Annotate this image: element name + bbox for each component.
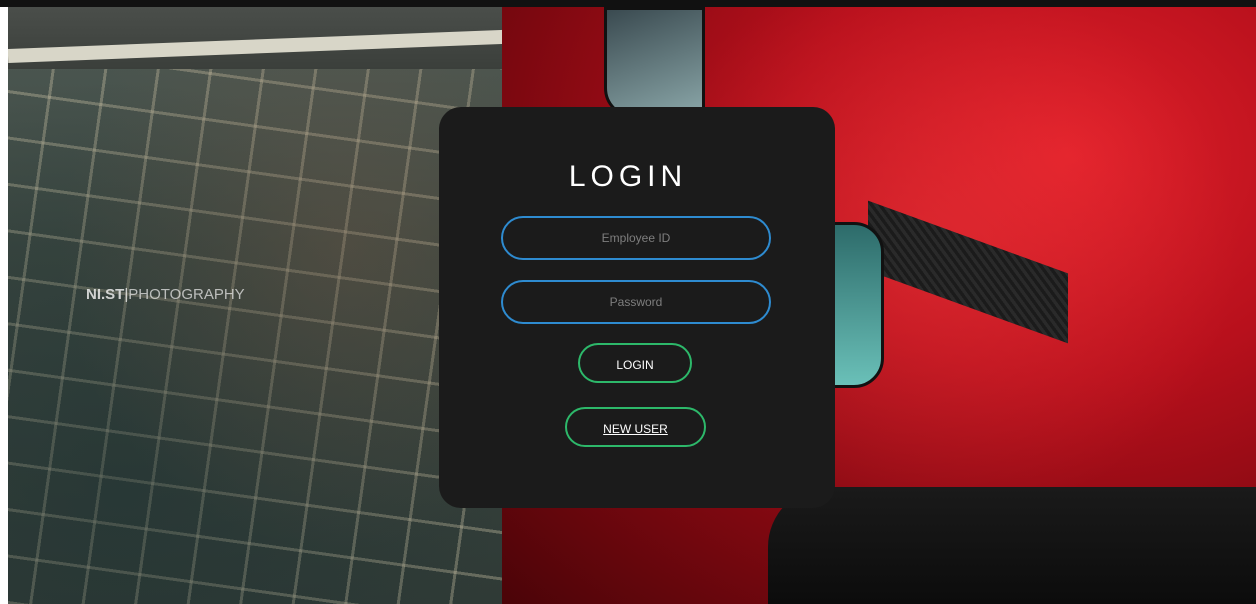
page-frame: NI.ST|PHOTOGRAPHY LOGIN LOGIN NEW USER: [0, 0, 1256, 604]
employee-id-input[interactable]: [501, 216, 771, 260]
top-border: [0, 0, 1256, 7]
new-user-button[interactable]: NEW USER: [565, 407, 706, 447]
photographer-watermark: NI.ST|PHOTOGRAPHY: [86, 286, 245, 303]
login-button[interactable]: LOGIN: [578, 343, 692, 383]
car-windshield: [604, 7, 705, 118]
password-input[interactable]: [501, 280, 771, 324]
watermark-bold: NI.ST: [86, 286, 125, 303]
car-headlight: [828, 222, 884, 388]
watermark-light: PHOTOGRAPHY: [128, 286, 245, 303]
login-title: LOGIN: [568, 160, 688, 193]
car-bumper-shadow: [768, 487, 1256, 604]
